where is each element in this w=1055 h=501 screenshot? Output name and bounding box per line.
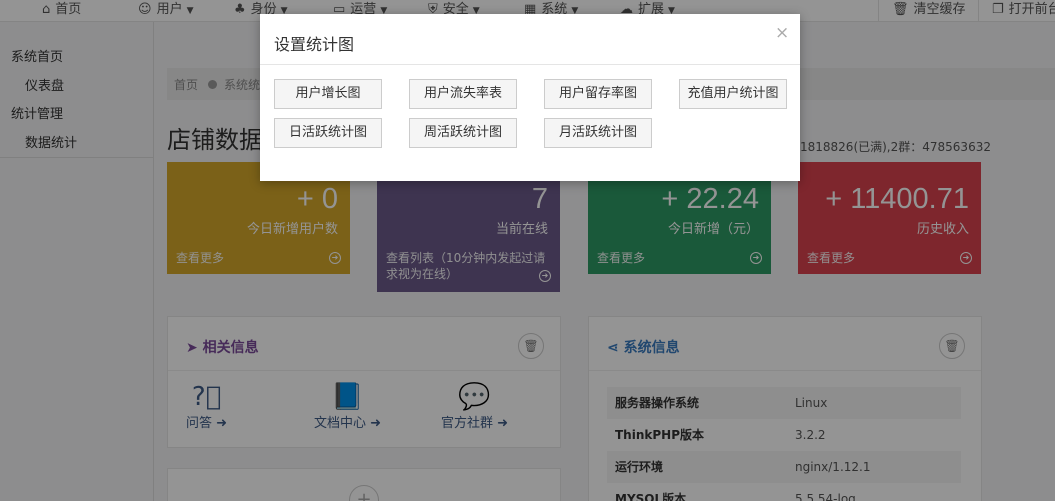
weekly-active-chart-button[interactable]: 周活跃统计图 bbox=[409, 118, 517, 148]
user-retention-chart-button[interactable]: 用户留存率图 bbox=[544, 79, 652, 109]
dialog-title: 设置统计图 bbox=[274, 35, 355, 54]
close-icon[interactable]: × bbox=[775, 23, 789, 43]
daily-active-chart-button[interactable]: 日活跃统计图 bbox=[274, 118, 382, 148]
user-growth-chart-button[interactable]: 用户增长图 bbox=[274, 79, 382, 109]
recharge-users-chart-button[interactable]: 充值用户统计图 bbox=[679, 79, 787, 109]
user-churn-table-button[interactable]: 用户流失率表 bbox=[409, 79, 517, 109]
dialog-divider bbox=[260, 64, 800, 65]
chart-settings-dialog: 设置统计图 × 用户增长图 用户流失率表 用户留存率图 充值用户统计图 日活跃统… bbox=[260, 14, 800, 181]
monthly-active-chart-button[interactable]: 月活跃统计图 bbox=[544, 118, 652, 148]
